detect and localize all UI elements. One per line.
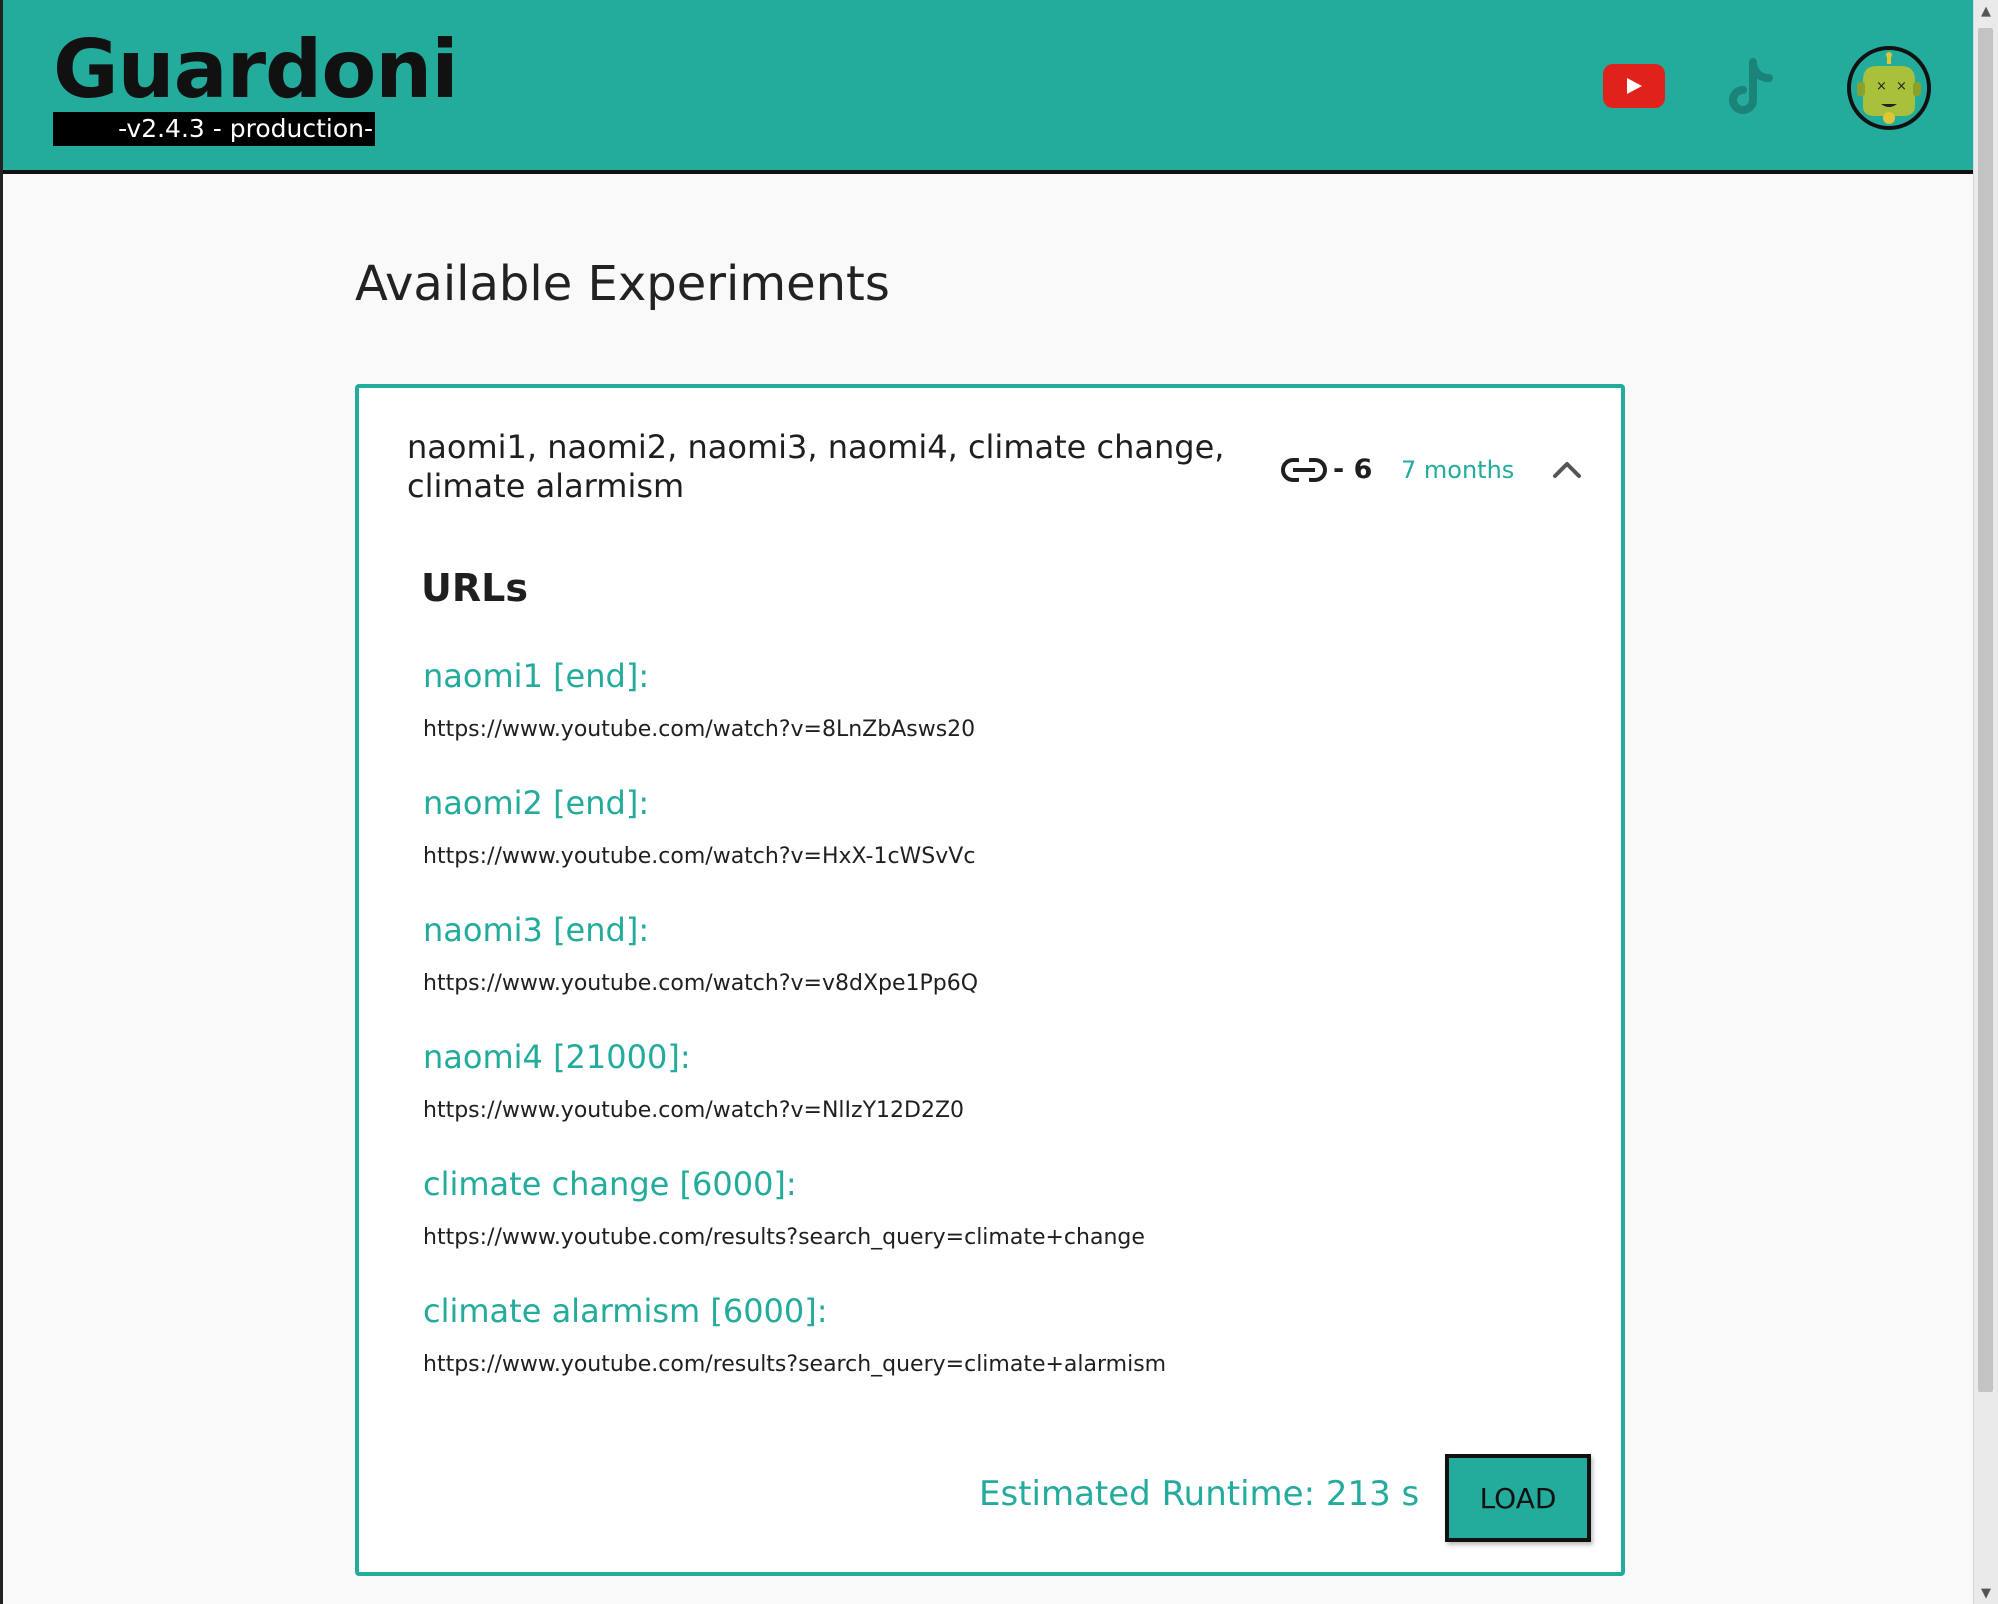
estimated-runtime: Estimated Runtime: 213 s (979, 1474, 1420, 1514)
play-icon (1627, 78, 1642, 94)
url-label: naomi1 [end]: (423, 657, 650, 695)
robot-face-icon: × × (1851, 50, 1927, 126)
url-label: naomi3 [end]: (423, 911, 650, 949)
url-label: naomi2 [end]: (423, 784, 650, 822)
page-title: Available Experiments (355, 256, 890, 312)
link-count: - 6 (1281, 454, 1372, 485)
app-title: Guardoni (53, 23, 459, 116)
vertical-scrollbar[interactable]: ▲ ▼ (1973, 0, 1998, 1604)
scroll-thumb[interactable] (1978, 28, 1993, 1392)
url-item: naomi3 [end]: https://www.youtube.com/wa… (423, 910, 1543, 1037)
link-count-value: - 6 (1333, 454, 1373, 485)
url-item: naomi4 [21000]: https://www.youtube.com/… (423, 1037, 1543, 1164)
url-item: naomi2 [end]: https://www.youtube.com/wa… (423, 783, 1543, 910)
youtube-icon[interactable] (1603, 64, 1665, 108)
experiment-card: naomi1, naomi2, naomi3, naomi4, climate … (355, 384, 1625, 1576)
url-link[interactable]: https://www.youtube.com/watch?v=HxX-1cWS… (423, 843, 1543, 871)
app-window: Guardoni -v2.4.3 - production- × × Avail… (0, 0, 1998, 1604)
url-link[interactable]: https://www.youtube.com/watch?v=8LnZbAsw… (423, 716, 1543, 744)
link-icon (1281, 456, 1327, 483)
url-item: naomi1 [end]: https://www.youtube.com/wa… (423, 656, 1543, 783)
chevron-up-icon (1553, 462, 1581, 478)
urls-heading: URLs (421, 566, 528, 610)
avatar[interactable]: × × (1847, 46, 1931, 130)
url-item: climate change [6000]: https://www.youtu… (423, 1164, 1543, 1291)
url-list: naomi1 [end]: https://www.youtube.com/wa… (423, 656, 1543, 1418)
url-item: climate alarmism [6000]: https://www.you… (423, 1291, 1543, 1418)
url-link[interactable]: https://www.youtube.com/watch?v=NlIzY12D… (423, 1097, 1543, 1125)
scroll-up-icon[interactable]: ▲ (1974, 0, 1998, 22)
brand: Guardoni -v2.4.3 - production- (53, 23, 459, 146)
url-link[interactable]: https://www.youtube.com/results?search_q… (423, 1224, 1543, 1252)
url-label: naomi4 [21000]: (423, 1038, 691, 1076)
svg-text:×: × (1896, 79, 1907, 94)
load-button[interactable]: LOAD (1445, 1454, 1591, 1542)
url-label: climate alarmism [6000]: (423, 1292, 828, 1330)
app-header: Guardoni -v2.4.3 - production- × × (3, 0, 1977, 174)
url-link[interactable]: https://www.youtube.com/watch?v=v8dXpe1P… (423, 970, 1543, 998)
url-link[interactable]: https://www.youtube.com/results?search_q… (423, 1351, 1543, 1379)
version-badge: -v2.4.3 - production- (53, 112, 375, 146)
experiment-title: naomi1, naomi2, naomi3, naomi4, climate … (407, 428, 1225, 505)
tiktok-icon[interactable] (1723, 58, 1779, 120)
experiment-age: 7 months (1401, 456, 1515, 484)
svg-text:×: × (1876, 79, 1887, 94)
collapse-toggle[interactable] (1547, 450, 1587, 490)
scroll-down-icon[interactable]: ▼ (1974, 1582, 1998, 1604)
url-label: climate change [6000]: (423, 1165, 797, 1203)
